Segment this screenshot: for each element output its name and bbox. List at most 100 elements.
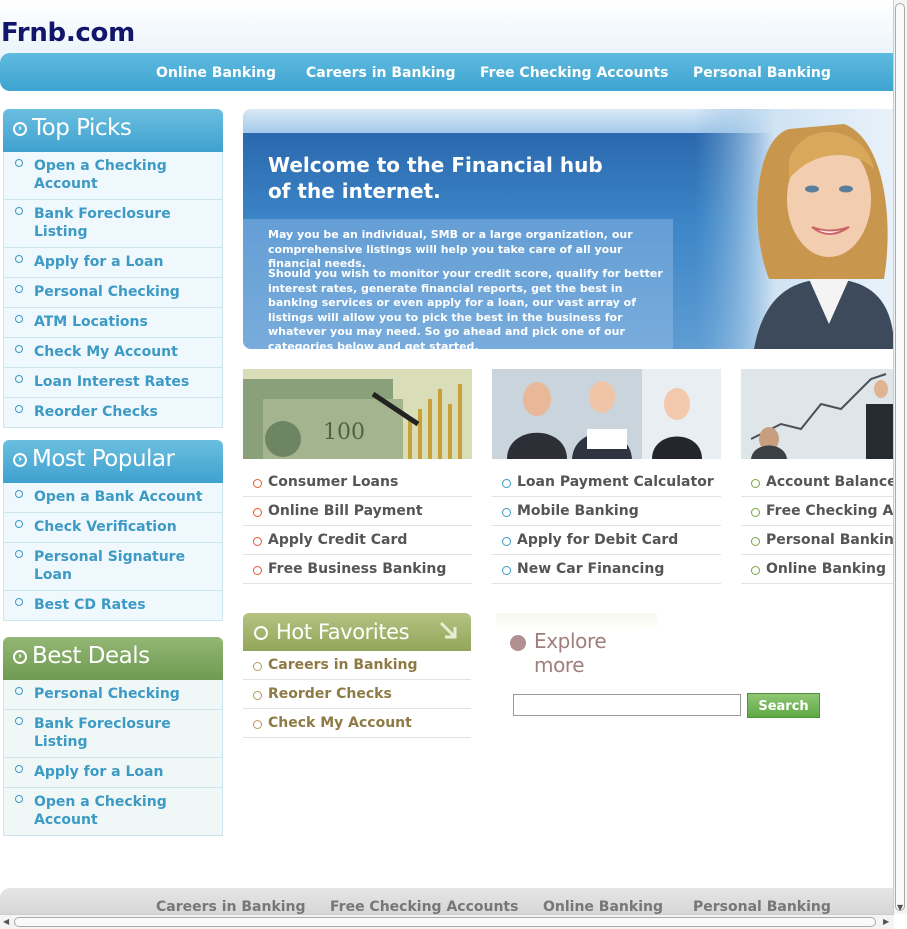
scroll-right-arrow-icon[interactable]: ▶ (883, 917, 889, 926)
hot-favorites-box: Hot Favorites Careers in Banking Reorder … (243, 613, 471, 738)
most-popular-list: Open a Bank Account Check Verification Per… (3, 483, 223, 621)
category-link[interactable]: New Car Financing (492, 555, 721, 584)
bullet-arrow-icon (253, 691, 262, 700)
hot-favorite-link[interactable]: Check My Account (243, 709, 471, 738)
footer-personal-banking[interactable]: Personal Banking (693, 899, 831, 915)
best-deals-item[interactable]: Open a Checking Account (4, 788, 222, 835)
category-link[interactable]: Online Bill Payment (243, 497, 472, 526)
site-logo[interactable]: Frnb.com (1, 18, 135, 48)
best-deals-item[interactable]: Apply for a Loan (4, 758, 222, 788)
category-link[interactable]: Apply for Debit Card (492, 526, 721, 555)
category-column-3: Account Balance Free Checking Acc Personal… (741, 468, 894, 584)
top-picks-item[interactable]: Personal Checking (4, 278, 222, 308)
bullet-arrow-icon (15, 207, 23, 215)
hot-favorites-list: Careers in Banking Reorder Checks Check My… (243, 651, 471, 738)
best-deals-list: Personal Checking Bank Foreclosure Listin… (3, 680, 223, 836)
top-picks-item-label: Loan Interest Rates (34, 374, 190, 390)
business-team-photo (492, 369, 721, 459)
nav-online-banking[interactable]: Online Banking (156, 65, 276, 81)
top-picks-item[interactable]: Check My Account (4, 338, 222, 368)
bullet-arrow-icon (502, 537, 511, 546)
bullet-arrow-icon (15, 795, 23, 803)
top-picks-item[interactable]: Loan Interest Rates (4, 368, 222, 398)
category-link[interactable]: Online Banking (741, 555, 894, 584)
bullet-arrow-icon (15, 345, 23, 353)
bullet-arrow-icon (751, 479, 760, 488)
scroll-down-arrow-icon[interactable]: ▼ (897, 903, 903, 912)
nav-free-checking-accounts[interactable]: Free Checking Accounts (480, 65, 668, 81)
best-deals-item[interactable]: Bank Foreclosure Listing (4, 710, 222, 758)
hot-favorite-link[interactable]: Reorder Checks (243, 680, 471, 709)
category-link[interactable]: Free Checking Acc (741, 497, 894, 526)
bullet-arrow-icon (253, 662, 262, 671)
most-popular-item-label: Personal Signature Loan (34, 549, 186, 583)
bullet-arrow-icon (15, 490, 23, 498)
horizontal-scrollbar-thumb[interactable] (14, 917, 876, 927)
hot-favorites-header: Hot Favorites (243, 613, 471, 651)
hero-title-line2: of the internet. (268, 179, 441, 203)
chart-presentation-photo (741, 369, 894, 459)
hero-banner: Welcome to the Financial hub of the inte… (243, 109, 894, 349)
most-popular-item[interactable]: Check Verification (4, 513, 222, 543)
footer-careers-in-banking[interactable]: Careers in Banking (156, 899, 306, 915)
top-picks-item[interactable]: Open a Checking Account (4, 152, 222, 200)
bullet-arrow-icon (502, 508, 511, 517)
category-link[interactable]: Consumer Loans (243, 468, 472, 497)
category-link[interactable]: Account Balance (741, 468, 894, 497)
footer-online-banking[interactable]: Online Banking (543, 899, 663, 915)
top-navigation: Online Banking Careers in Banking Free C… (0, 53, 894, 91)
search-button[interactable]: Search (747, 693, 820, 718)
most-popular-header: › Most Popular (3, 440, 223, 483)
arrow-circle-icon: › (13, 650, 27, 664)
money-photo: 100 (243, 369, 472, 459)
category-link[interactable]: Loan Payment Calculator (492, 468, 721, 497)
top-picks-item-label: Check My Account (34, 344, 178, 360)
most-popular-item[interactable]: Best CD Rates (4, 591, 222, 620)
category-link[interactable]: Apply Credit Card (243, 526, 472, 555)
vertical-scrollbar[interactable]: ▼ (893, 0, 907, 914)
bullet-arrow-icon (15, 315, 23, 323)
most-popular-item[interactable]: Open a Bank Account (4, 483, 222, 513)
category-link-label: Online Bill Payment (268, 503, 423, 519)
category-column-2: Loan Payment Calculator Mobile Banking App… (492, 468, 721, 584)
category-link-label: Loan Payment Calculator (517, 474, 714, 490)
footer-free-checking-accounts[interactable]: Free Checking Accounts (330, 899, 518, 915)
category-link[interactable]: Mobile Banking (492, 497, 721, 526)
bullet-arrow-icon (15, 405, 23, 413)
nav-careers-in-banking[interactable]: Careers in Banking (306, 65, 456, 81)
top-picks-item[interactable]: Apply for a Loan (4, 248, 222, 278)
most-popular-item[interactable]: Personal Signature Loan (4, 543, 222, 591)
top-picks-item[interactable]: ATM Locations (4, 308, 222, 338)
top-picks-box: › Top Picks Open a Checking Account Bank … (3, 109, 223, 428)
horizontal-scrollbar[interactable]: ◀ ▶ (0, 914, 894, 929)
top-picks-item[interactable]: Bank Foreclosure Listing (4, 200, 222, 248)
arrow-circle-icon: › (13, 122, 27, 136)
hero-paragraph-2: Should you wish to monitor your credit s… (268, 267, 663, 349)
top-picks-header: › Top Picks (3, 109, 223, 152)
best-deals-item-label: Apply for a Loan (34, 764, 164, 780)
nav-personal-banking[interactable]: Personal Banking (693, 65, 831, 81)
category-link-label: Free Checking Acc (766, 503, 894, 519)
most-popular-box: › Most Popular Open a Bank Account Check … (3, 440, 223, 621)
bullet-arrow-icon (253, 508, 262, 517)
best-deals-header: › Best Deals (3, 637, 223, 680)
bullet-arrow-icon (15, 687, 23, 695)
bullet-arrow-icon (253, 720, 262, 729)
category-link-label: Mobile Banking (517, 503, 639, 519)
hero-paragraph-1: May you be an individual, SMB or a large… (268, 228, 633, 270)
bullet-arrow-icon (15, 717, 23, 725)
arrow-down-right-icon (439, 621, 457, 639)
hot-favorite-label: Careers in Banking (268, 657, 418, 673)
top-picks-item[interactable]: Reorder Checks (4, 398, 222, 427)
category-link-label: Account Balance (766, 474, 894, 490)
category-link[interactable]: Personal Banking (741, 526, 894, 555)
best-deals-item[interactable]: Personal Checking (4, 680, 222, 710)
scroll-left-arrow-icon[interactable]: ◀ (3, 917, 9, 926)
best-deals-item-label: Personal Checking (34, 686, 180, 702)
category-link[interactable]: Free Business Banking (243, 555, 472, 584)
vertical-scrollbar-thumb[interactable] (895, 3, 905, 911)
category-link-label: Apply Credit Card (268, 532, 408, 548)
hot-favorite-link[interactable]: Careers in Banking (243, 651, 471, 680)
search-input[interactable] (513, 694, 741, 716)
bullet-arrow-icon (502, 479, 511, 488)
